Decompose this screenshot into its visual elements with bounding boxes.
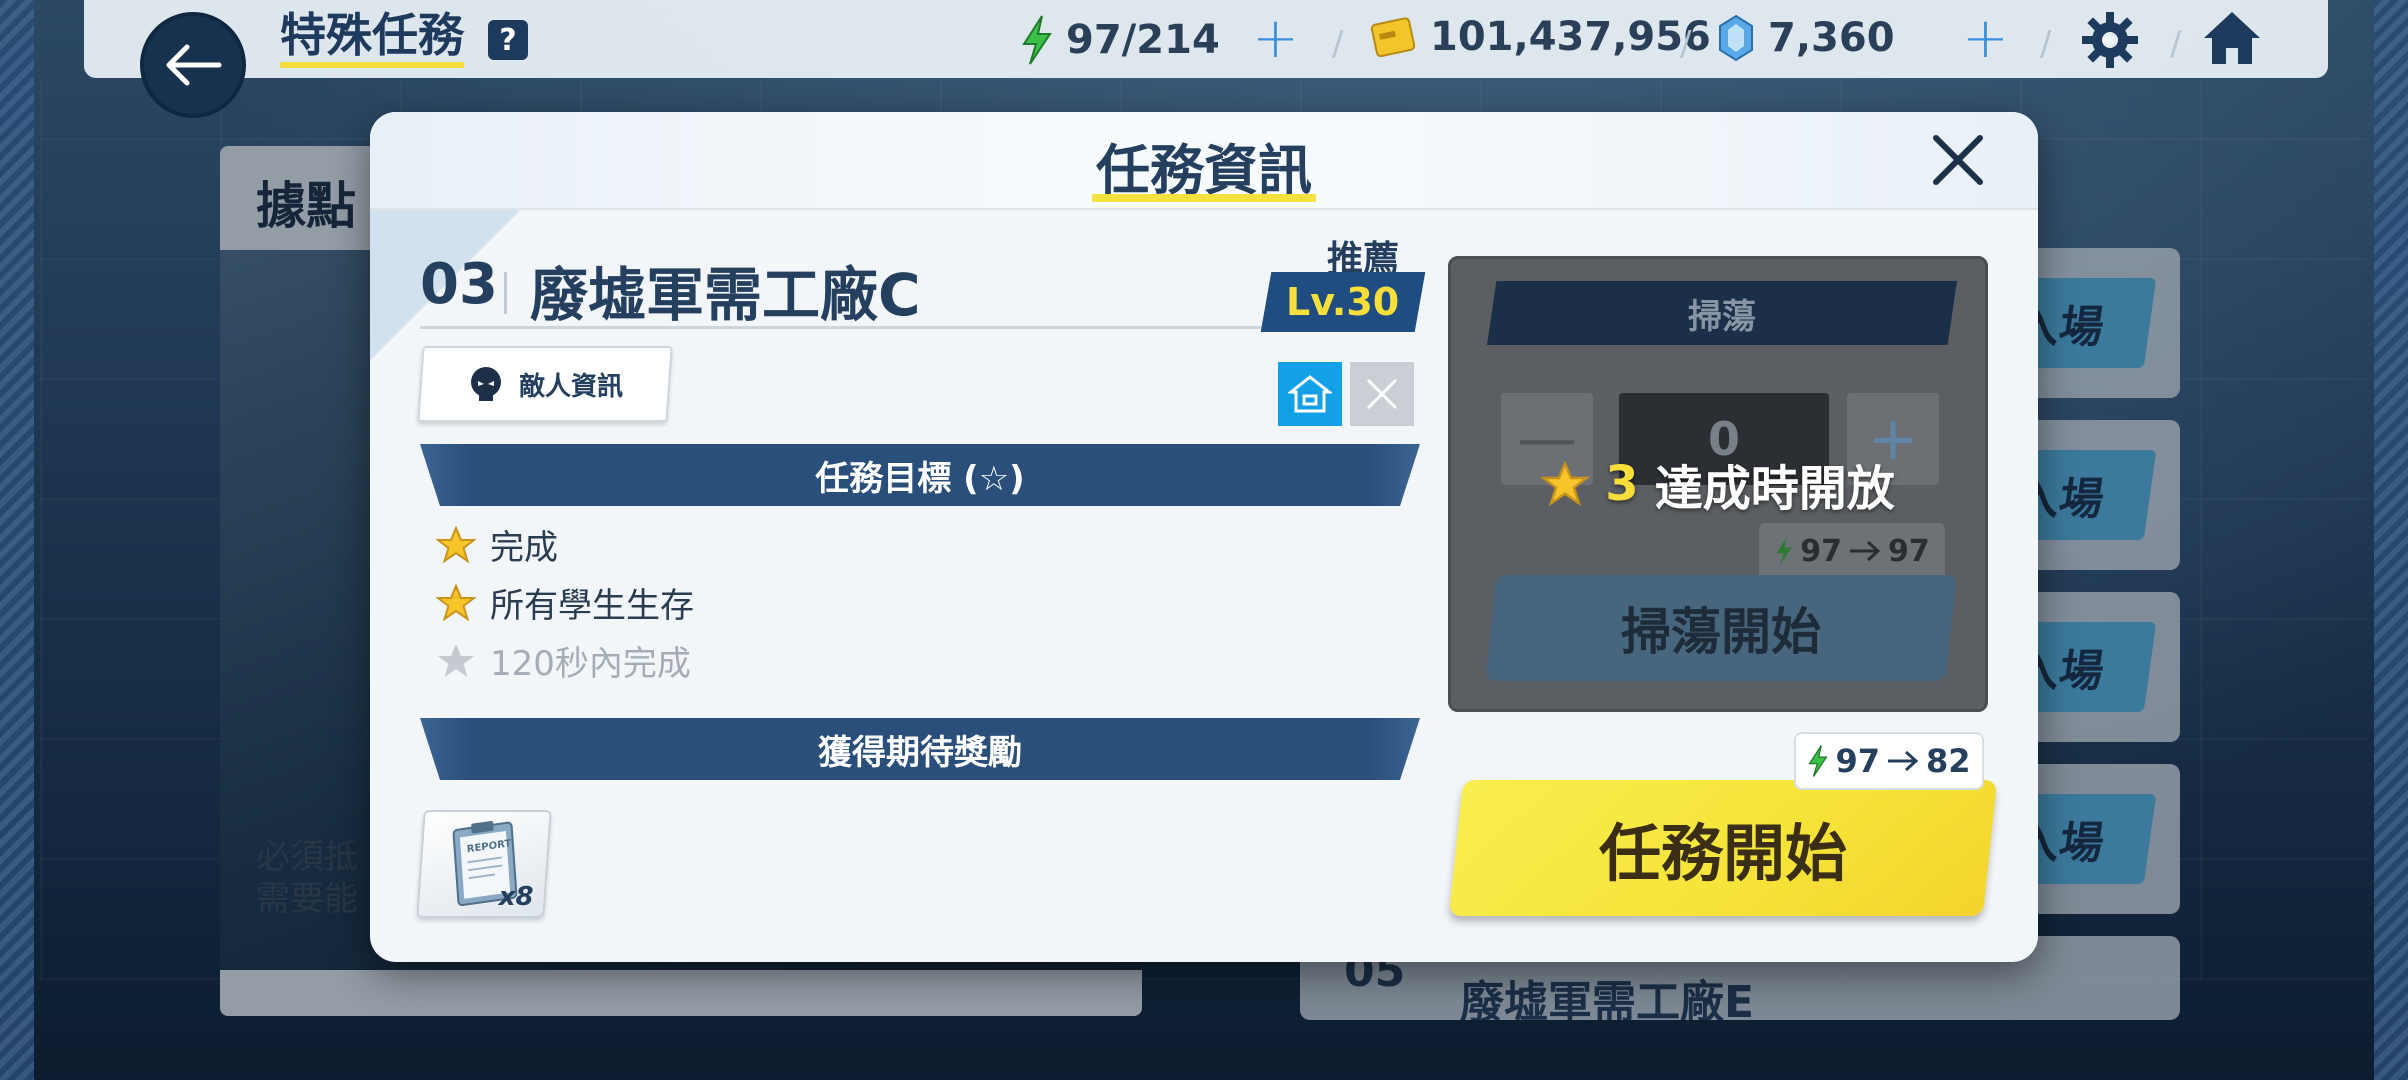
mission-start-label: 任務開始 bbox=[1598, 817, 1847, 890]
sweep-start-button[interactable]: 掃蕩開始 bbox=[1485, 575, 1957, 681]
rewards-header: 獲得期待獎勵 bbox=[420, 718, 1420, 780]
cross-icon bbox=[1366, 378, 1398, 410]
lightning-icon bbox=[1776, 536, 1792, 566]
required-stars: 3 bbox=[1605, 456, 1639, 512]
divider: / bbox=[1680, 24, 1692, 64]
lightning-icon bbox=[1022, 15, 1052, 65]
unlock-text: 達成時開放 bbox=[1654, 461, 1895, 517]
title-underline bbox=[1092, 194, 1316, 202]
sweep-ap-cost: 97 97 bbox=[1759, 523, 1945, 579]
sweep-locked-message: 3 達成時開放 bbox=[1451, 449, 1985, 519]
reward-count: x8 bbox=[498, 882, 534, 912]
star-filled-icon bbox=[1541, 460, 1590, 507]
objectives-header: 任務目標 (☆) bbox=[420, 444, 1420, 506]
mission-start-button[interactable]: 任務開始 bbox=[1448, 780, 1998, 916]
reward-item[interactable]: REPORT x8 bbox=[416, 810, 552, 918]
objective-text: 所有學生生存 bbox=[490, 586, 694, 626]
credits-value: 101,437,956 bbox=[1430, 14, 1711, 60]
sweep-title: 掃蕩 bbox=[1487, 281, 1957, 345]
credit-card-icon bbox=[1370, 17, 1416, 58]
home-icon bbox=[2204, 12, 2260, 64]
close-icon bbox=[1933, 135, 1983, 185]
recommended-level-badge: Lv.30 bbox=[1260, 272, 1426, 332]
gems-value: 7,360 bbox=[1768, 15, 1895, 61]
star-empty-icon bbox=[438, 643, 474, 677]
arrow-right-icon bbox=[1850, 540, 1881, 562]
cost-from: 97 bbox=[1800, 533, 1842, 569]
ap-counter: 97/214 bbox=[1020, 14, 1220, 66]
recommended-level: Lv.30 bbox=[1286, 280, 1400, 324]
enemy-info-button[interactable]: 敵人資訊 bbox=[417, 346, 673, 422]
objective-text: 完成 bbox=[490, 528, 558, 568]
objective-item: 120秒內完成 bbox=[436, 636, 691, 685]
add-gems-button[interactable]: + bbox=[1962, 11, 2009, 67]
cost-to: 82 bbox=[1926, 742, 1971, 780]
close-button[interactable] bbox=[1928, 130, 1988, 190]
stage-number: 03 bbox=[420, 252, 498, 317]
home-button[interactable] bbox=[2200, 8, 2264, 72]
cost-to: 97 bbox=[1888, 533, 1930, 569]
mission-info-dialog: 任務資訊 03 廢墟軍需工廠C 推薦 Lv.30 敵人資訊 任務目標 (☆) 完… bbox=[370, 112, 2038, 962]
divider bbox=[504, 272, 507, 314]
add-ap-button[interactable]: + bbox=[1252, 11, 1299, 67]
sweep-panel: 掃蕩 — 0 + 97 97 掃蕩開始 3 達成時開放 bbox=[1448, 256, 1988, 712]
sweep-start-label: 掃蕩開始 bbox=[1621, 603, 1821, 661]
terrain-disabled-badge bbox=[1350, 362, 1414, 426]
back-button[interactable] bbox=[140, 12, 246, 118]
objective-item: 所有學生生存 bbox=[436, 578, 694, 627]
building-icon bbox=[1288, 375, 1332, 413]
gem-icon bbox=[1719, 14, 1753, 62]
gems-counter: 7,360 bbox=[1716, 14, 1895, 62]
enemy-info-label: 敵人資訊 bbox=[518, 371, 623, 402]
page-title: 特殊任務 bbox=[280, 10, 464, 68]
enemy-skull-icon bbox=[470, 367, 501, 401]
lightning-icon bbox=[1808, 745, 1829, 777]
gear-icon bbox=[2082, 12, 2138, 68]
divider: / bbox=[2170, 24, 2182, 64]
star-filled-icon bbox=[436, 524, 476, 563]
credits-counter: 101,437,956 bbox=[1370, 14, 1711, 60]
objective-item: 完成 bbox=[436, 520, 558, 569]
divider: / bbox=[2040, 24, 2052, 64]
divider bbox=[420, 326, 1290, 329]
terrain-indoor-badge bbox=[1278, 362, 1342, 426]
mission-ap-cost: 97 82 bbox=[1794, 732, 1984, 790]
divider: / bbox=[1332, 24, 1344, 64]
ap-value: 97/214 bbox=[1066, 17, 1220, 63]
cost-from: 97 bbox=[1835, 742, 1880, 780]
help-icon[interactable]: ? bbox=[488, 20, 528, 60]
stage-name: 廢墟軍需工廠C bbox=[530, 261, 921, 329]
settings-button[interactable] bbox=[2080, 10, 2140, 74]
arrow-left-icon bbox=[166, 44, 222, 86]
objective-text: 120秒內完成 bbox=[490, 644, 691, 684]
star-filled-icon bbox=[436, 582, 476, 621]
arrow-right-icon bbox=[1888, 750, 1919, 772]
